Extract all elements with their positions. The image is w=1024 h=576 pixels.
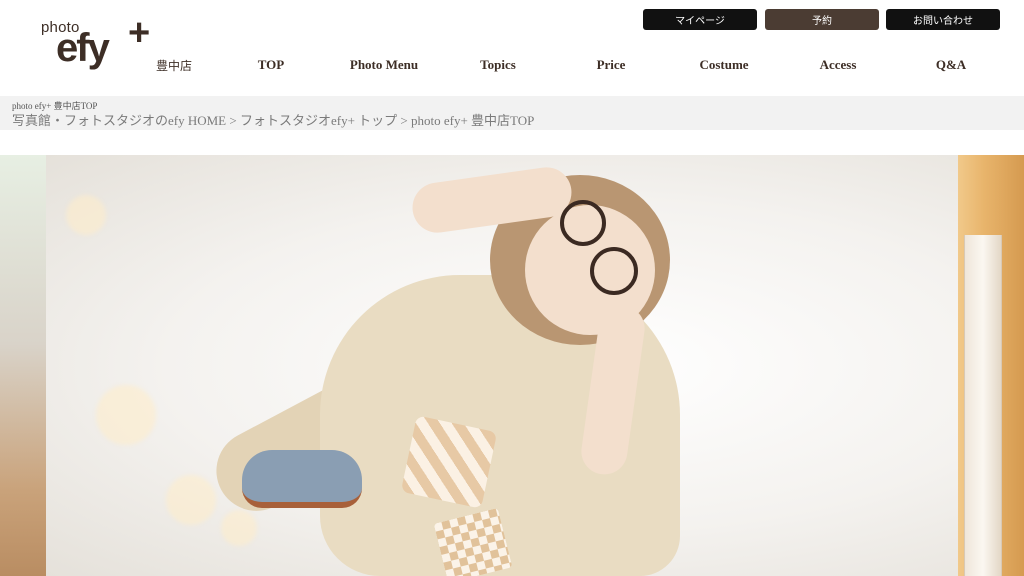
contact-button[interactable]: お問い合わせ <box>886 9 1000 30</box>
nav-qa[interactable]: Q&A <box>936 57 966 73</box>
breadcrumb-separator: > <box>400 113 412 128</box>
bokeh-light <box>166 475 216 525</box>
logo-plus-icon: + <box>128 12 151 54</box>
shoe <box>242 450 362 508</box>
breadcrumb-separator: > <box>229 113 240 128</box>
logo-brand-text: efy <box>56 26 110 70</box>
breadcrumb-trail: 写真館・フォトスタジオのefy HOME > フォトスタジオefy+ トップ >… <box>12 110 534 129</box>
wooden-block <box>400 415 498 509</box>
glasses-icon <box>560 200 606 246</box>
logo[interactable]: photo efy + <box>40 14 160 74</box>
bokeh-light <box>66 195 106 235</box>
site-header: photo efy + 豊中店 マイページ 予約 お問い合わせ TOP Phot… <box>0 0 1024 96</box>
reserve-button[interactable]: 予約 <box>765 9 879 30</box>
mypage-button[interactable]: マイページ <box>643 9 757 30</box>
nav-topics[interactable]: Topics <box>480 57 516 73</box>
bokeh-light <box>96 385 156 445</box>
bokeh-light <box>221 510 257 546</box>
breadcrumb-link-home[interactable]: 写真館・フォトスタジオのefy HOME <box>12 113 226 128</box>
store-name: 豊中店 <box>156 59 193 73</box>
breadcrumb: photo efy+ 豊中店TOP 写真館・フォトスタジオのefy HOME >… <box>0 96 1024 130</box>
nav-access[interactable]: Access <box>820 57 857 73</box>
hero-prev-slide-image[interactable] <box>0 155 46 576</box>
hero-slider[interactable] <box>0 155 1024 576</box>
breadcrumb-link-studio-top[interactable]: フォトスタジオefy+ トップ <box>240 113 397 128</box>
nav-price[interactable]: Price <box>597 57 626 73</box>
nav-top[interactable]: TOP <box>258 57 285 73</box>
nav-costume[interactable]: Costume <box>699 57 748 73</box>
pillar <box>964 235 1002 576</box>
breadcrumb-current: photo efy+ 豊中店TOP <box>411 113 535 128</box>
glasses-icon <box>590 247 638 295</box>
nav-photo-menu[interactable]: Photo Menu <box>350 57 418 73</box>
